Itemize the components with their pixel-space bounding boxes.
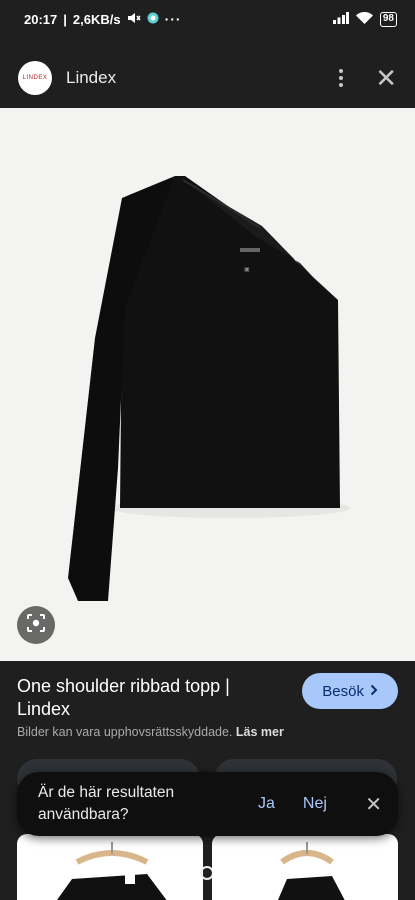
network-speed: 2,6KB/s	[72, 11, 121, 27]
status-right: 98	[332, 11, 397, 27]
lens-icon	[26, 613, 46, 638]
feedback-toast: Är de här resultaten användbara? Ja Nej …	[17, 772, 398, 836]
feedback-question: Är de här resultaten användbara?	[38, 784, 175, 823]
header-actions: ✕	[335, 65, 397, 91]
read-more-link[interactable]: Läs mer	[236, 725, 284, 739]
product-image[interactable]: ▣	[0, 108, 415, 661]
mute-icon	[127, 12, 141, 27]
status-left: 20:17 | 2,6KB/s ···	[24, 11, 182, 27]
feedback-no-button[interactable]: Nej	[303, 795, 327, 813]
lens-search-button[interactable]	[17, 606, 55, 644]
visit-button[interactable]: Besök	[302, 673, 398, 709]
more-notifications-icon: ···	[164, 11, 182, 27]
related-image-2[interactable]	[212, 834, 398, 900]
copyright-note: Bilder kan vara upphovsrättsskyddade. Lä…	[17, 725, 284, 739]
status-bar: 20:17 | 2,6KB/s ··· 98	[0, 0, 415, 38]
status-time: 20:17	[24, 11, 58, 27]
close-icon[interactable]: ✕	[365, 792, 382, 817]
svg-text:▣: ▣	[244, 267, 250, 273]
close-icon[interactable]: ✕	[375, 65, 397, 91]
signal-icon	[332, 11, 349, 27]
result-header: LINDEX Lindex ✕	[0, 48, 415, 108]
app-notification-icon	[147, 12, 159, 27]
more-vert-icon[interactable]	[335, 69, 347, 87]
wifi-icon	[355, 11, 373, 27]
product-title[interactable]: One shoulder ribbad topp | Lindex	[17, 675, 287, 721]
site-logo[interactable]: LINDEX	[18, 61, 52, 95]
battery-indicator: 98	[379, 11, 397, 27]
status-separator: |	[63, 11, 67, 27]
site-name[interactable]: Lindex	[66, 68, 116, 88]
feedback-yes-button[interactable]: Ja	[258, 795, 275, 813]
related-image-2-illustration	[278, 842, 345, 900]
chevron-right-icon	[370, 683, 378, 700]
related-image-1-illustration	[57, 842, 167, 900]
visit-button-label: Besök	[322, 682, 364, 700]
one-shoulder-top-illustration: ▣	[68, 176, 350, 601]
related-image-1[interactable]	[17, 834, 203, 900]
copyright-text: Bilder kan vara upphovsrättsskyddade.	[17, 725, 233, 739]
